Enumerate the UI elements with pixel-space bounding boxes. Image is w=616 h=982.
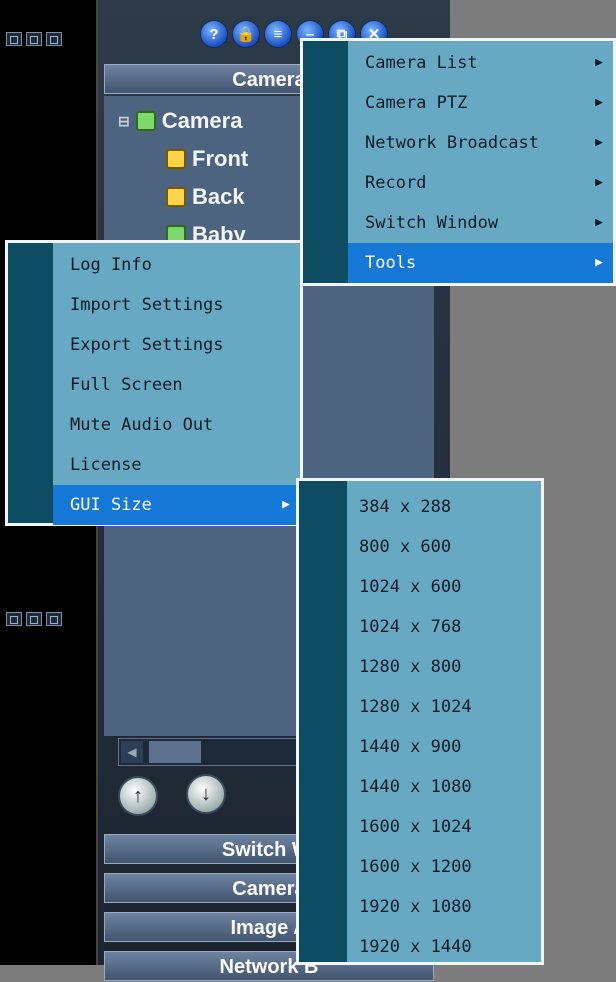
submenu-arrow-icon: ▶: [595, 215, 603, 230]
main-context-menu: Camera List ▶ Camera PTZ ▶ Network Broadcast…: [300, 38, 616, 286]
menu-item-label: 800 x 600: [359, 537, 452, 557]
check-icon[interactable]: [46, 32, 62, 46]
scroll-thumb[interactable]: [149, 741, 201, 763]
tree-item-label: Back: [192, 184, 245, 209]
gui-size-submenu: 384 x 288 800 x 600 1024 x 600 1024 x 768 12…: [296, 478, 544, 965]
menu-item[interactable]: Full Screen: [8, 365, 300, 405]
scroll-left-icon[interactable]: ◀: [121, 741, 143, 763]
menu-item-label: Tools: [365, 253, 417, 273]
menu-item-label: Log Info: [70, 255, 152, 275]
menu-item[interactable]: Log Info: [8, 245, 300, 285]
tree-item-label: Front: [192, 146, 249, 171]
menu-item-label: Network Broadcast: [365, 133, 539, 153]
menu-item[interactable]: 1440 x 1080: [299, 767, 541, 807]
tree-item-back[interactable]: Back: [166, 184, 245, 210]
menu-item[interactable]: 1280 x 1024: [299, 687, 541, 727]
collapse-icon[interactable]: ⊟: [118, 113, 130, 130]
menu-item-label: 1920 x 1440: [359, 937, 472, 957]
submenu-arrow-icon: ▶: [282, 497, 290, 512]
menu-item-label: Import Settings: [70, 295, 224, 315]
menu-item-label: 1024 x 768: [359, 617, 462, 637]
submenu-arrow-icon: ▶: [595, 135, 603, 150]
lock-icon[interactable]: 🔒: [232, 20, 260, 48]
menu-item[interactable]: Import Settings: [8, 285, 300, 325]
list-icon[interactable]: ≡: [264, 20, 292, 48]
help-icon[interactable]: ?: [200, 20, 228, 48]
menu-item-label: GUI Size: [70, 495, 152, 515]
submenu-arrow-icon: ▶: [595, 95, 603, 110]
menu-item-label: Export Settings: [70, 335, 224, 355]
arrow-up-icon[interactable]: ↑: [118, 776, 158, 816]
menu-item[interactable]: Camera PTZ ▶: [303, 83, 613, 123]
menu-item-label: 1600 x 1200: [359, 857, 472, 877]
record-icon[interactable]: [26, 612, 42, 626]
menu-item[interactable]: Mute Audio Out: [8, 405, 300, 445]
menu-item-label: 1600 x 1024: [359, 817, 472, 837]
snapshot-icon[interactable]: [6, 32, 22, 46]
camera-icon: [166, 187, 186, 207]
tree-item-front[interactable]: Front: [166, 146, 248, 172]
menu-item-label: Camera PTZ: [365, 93, 468, 113]
menu-item-label: 384 x 288: [359, 497, 452, 517]
video-toolbar-bottom: [6, 612, 96, 630]
menu-item-label: Switch Window: [365, 213, 499, 233]
menu-item[interactable]: 1600 x 1024: [299, 807, 541, 847]
tree-root[interactable]: ⊟ Camera: [118, 108, 242, 134]
menu-item[interactable]: 1920 x 1080: [299, 887, 541, 927]
menu-item-label: License: [70, 455, 142, 475]
menu-item[interactable]: Export Settings: [8, 325, 300, 365]
menu-item[interactable]: 1024 x 600: [299, 567, 541, 607]
tools-submenu: Log Info Import Settings Export Settings Fu…: [5, 240, 303, 526]
menu-item[interactable]: 800 x 600: [299, 527, 541, 567]
menu-item-label: Camera List: [365, 53, 478, 73]
menu-item[interactable]: Network Broadcast ▶: [303, 123, 613, 163]
menu-item-label: 1280 x 800: [359, 657, 462, 677]
menu-item-label: Mute Audio Out: [70, 415, 214, 435]
menu-item[interactable]: 1600 x 1200: [299, 847, 541, 887]
menu-item-label: Full Screen: [70, 375, 183, 395]
snapshot-icon[interactable]: [6, 612, 22, 626]
menu-item[interactable]: 1440 x 900: [299, 727, 541, 767]
menu-item[interactable]: 1920 x 1440: [299, 927, 541, 967]
camera-icon: [166, 149, 186, 169]
menu-item-label: 1920 x 1080: [359, 897, 472, 917]
menu-item[interactable]: 384 x 288: [299, 487, 541, 527]
menu-item[interactable]: Tools ▶: [348, 243, 613, 283]
menu-item-label: 1024 x 600: [359, 577, 462, 597]
submenu-arrow-icon: ▶: [595, 55, 603, 70]
menu-item-label: 1440 x 1080: [359, 777, 472, 797]
menu-item[interactable]: 1024 x 768: [299, 607, 541, 647]
arrow-down-icon[interactable]: ↓: [186, 774, 226, 814]
menu-item[interactable]: Camera List ▶: [303, 43, 613, 83]
submenu-arrow-icon: ▶: [595, 175, 603, 190]
submenu-arrow-icon: ▶: [595, 255, 603, 270]
menu-item[interactable]: GUI Size ▶: [53, 485, 300, 525]
check-icon[interactable]: [46, 612, 62, 626]
menu-item-label: Record: [365, 173, 427, 193]
menu-item[interactable]: 1280 x 800: [299, 647, 541, 687]
video-toolbar-top: [6, 32, 96, 50]
menu-item[interactable]: License: [8, 445, 300, 485]
menu-item-label: 1280 x 1024: [359, 697, 472, 717]
menu-item[interactable]: Switch Window ▶: [303, 203, 613, 243]
tree-root-label: Camera: [161, 108, 243, 133]
camera-group-icon: [135, 111, 156, 131]
record-icon[interactable]: [26, 32, 42, 46]
menu-item-label: 1440 x 900: [359, 737, 462, 757]
menu-item[interactable]: Record ▶: [303, 163, 613, 203]
